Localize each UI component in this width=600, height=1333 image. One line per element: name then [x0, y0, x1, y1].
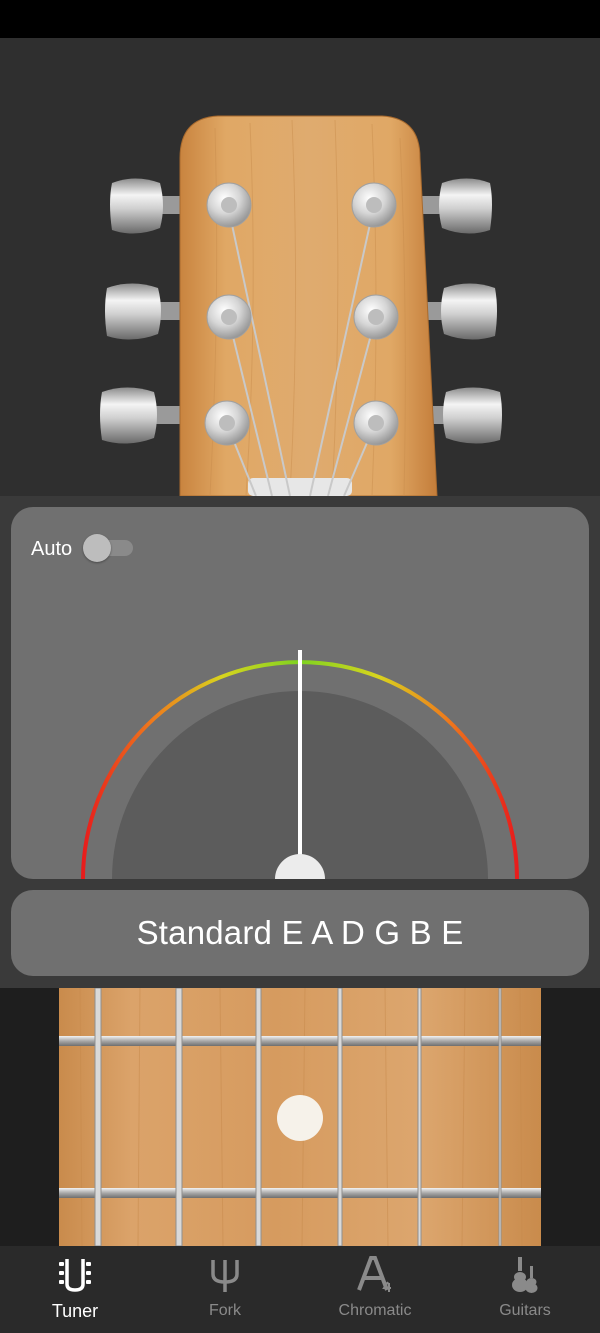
fretboard [59, 988, 541, 1246]
nav-tab-guitars-label: Guitars [499, 1302, 551, 1319]
nav-tab-chromatic[interactable]: Chromatic [300, 1246, 450, 1333]
guitar-string-3[interactable] [337, 988, 343, 1246]
nav-tab-guitars[interactable]: Guitars [450, 1246, 600, 1333]
tuning-key-right-1[interactable] [418, 178, 492, 234]
tuning-selector-button[interactable]: Standard E A D G B E [11, 890, 589, 976]
guitars-icon [512, 1257, 538, 1293]
nav-tab-tuner[interactable]: Tuner [0, 1246, 150, 1333]
guitar-headstock [100, 115, 502, 496]
guitar-string-6[interactable] [94, 988, 102, 1246]
nav-tab-tuner-label: Tuner [51, 1301, 99, 1321]
guitar-string-1[interactable] [498, 988, 502, 1246]
fret-wire [59, 1036, 541, 1046]
guitar-string-2[interactable] [417, 988, 422, 1246]
tuning-key-left-3[interactable] [100, 387, 182, 444]
nav-tab-chromatic-label: Chromatic [338, 1302, 412, 1319]
tuner-icon [59, 1259, 91, 1292]
status-bar [0, 0, 600, 38]
chromatic-a4-icon [357, 1256, 391, 1292]
nav-tab-fork-label: Fork [209, 1302, 241, 1319]
tuning-key-left-1[interactable] [110, 178, 183, 234]
guitar-string-5[interactable] [175, 988, 183, 1246]
tuning-name: Standard E A D G B E [136, 914, 464, 951]
nav-tab-fork[interactable]: Fork [150, 1246, 300, 1333]
tuner-gauge [81, 650, 519, 879]
tuning-fork-icon [211, 1260, 239, 1292]
guitar-headstock-area [0, 38, 600, 496]
fret-wire [59, 1188, 541, 1198]
tuner-meter-card: Auto [11, 507, 589, 879]
bottom-nav: Tuner Fork Chromatic Guitars [0, 1246, 600, 1333]
tuner-panel: Auto Standard E A D G B E [0, 496, 600, 988]
guitar-string-4[interactable] [255, 988, 262, 1246]
tuning-key-right-2[interactable] [420, 283, 497, 340]
fret-inlay-dot [277, 1095, 323, 1141]
fretboard-area [0, 988, 600, 1246]
tuning-key-left-2[interactable] [105, 283, 182, 340]
